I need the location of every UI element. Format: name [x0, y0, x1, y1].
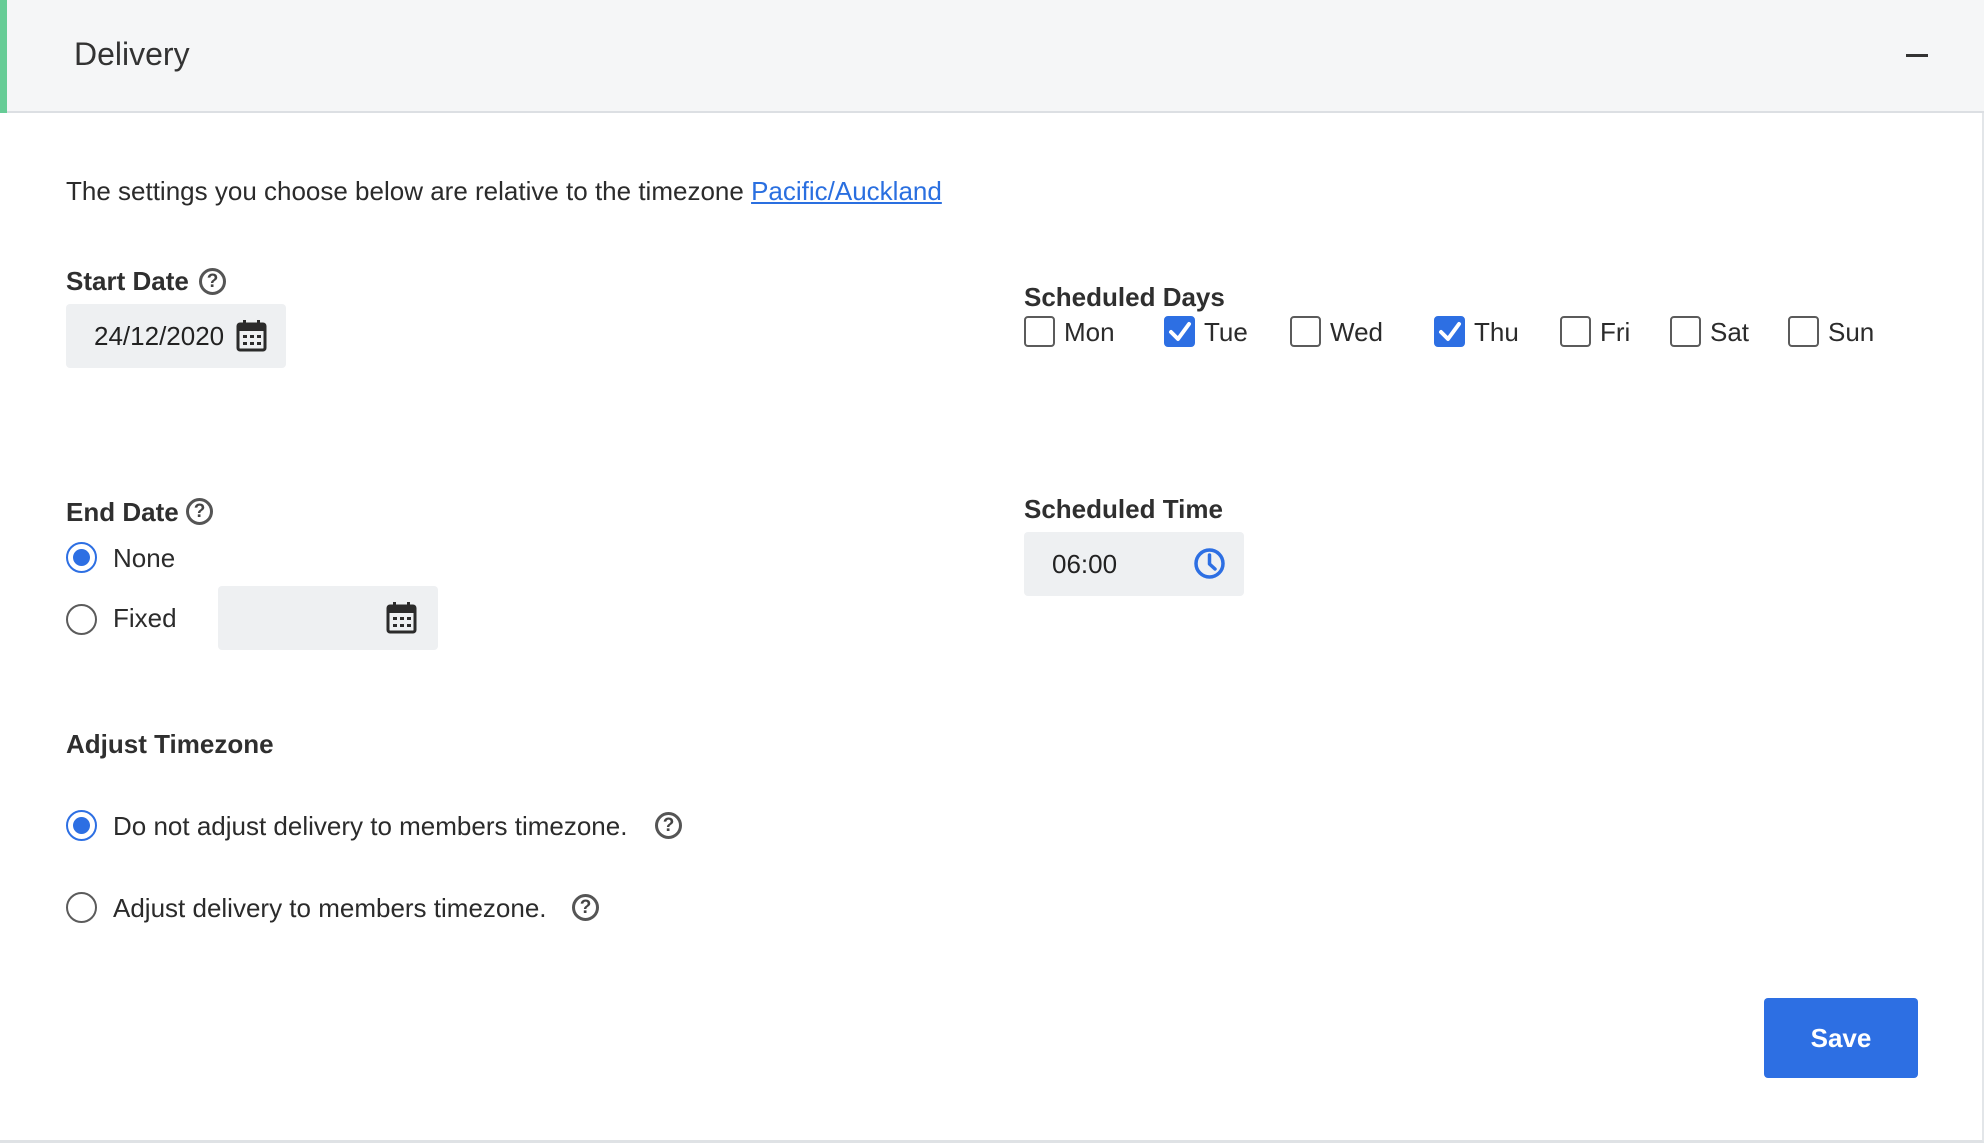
end-date-fixed-label: Fixed — [113, 603, 177, 633]
adjust-timezone-label: Adjust Timezone — [66, 729, 274, 759]
scheduled-time-value: 06:00 — [1052, 549, 1118, 579]
day-label-tue: Tue — [1204, 317, 1248, 347]
panel-title: Delivery — [74, 36, 190, 72]
day-label-wed: Wed — [1330, 317, 1383, 347]
day-label-sun: Sun — [1828, 317, 1875, 347]
checkbox-sat[interactable] — [1670, 316, 1701, 347]
calendar-icon[interactable] — [386, 601, 417, 634]
end-date-fixed-input[interactable] — [218, 586, 438, 650]
timezone-link[interactable]: Pacific/Auckland — [751, 176, 942, 206]
timezone-intro: The settings you choose below are relati… — [66, 176, 942, 207]
checkbox-wed[interactable] — [1290, 316, 1321, 347]
clock-icon[interactable] — [1193, 547, 1226, 580]
day-label-thu: Thu — [1474, 317, 1519, 347]
header-accent-stripe — [0, 0, 7, 113]
start-date-value: 24/12/2020 — [94, 321, 225, 351]
checkbox-tue[interactable] — [1164, 316, 1195, 347]
scheduled-days-label: Scheduled Days — [1024, 282, 1225, 312]
checkbox-thu[interactable] — [1434, 316, 1465, 347]
help-icon[interactable]: ? — [655, 812, 682, 839]
calendar-icon[interactable] — [236, 319, 267, 352]
day-label-mon: Mon — [1064, 317, 1115, 347]
end-date-fixed-radio[interactable] — [66, 604, 97, 635]
no-adjust-timezone-label: Do not adjust delivery to members timezo… — [113, 811, 628, 841]
minus-icon[interactable] — [1906, 54, 1928, 57]
checkbox-sun[interactable] — [1788, 316, 1819, 347]
help-icon[interactable]: ? — [572, 894, 599, 921]
checkbox-fri[interactable] — [1560, 316, 1591, 347]
panel-header[interactable]: Delivery — [0, 0, 1984, 113]
delivery-panel: Delivery The settings you choose below a… — [0, 0, 1984, 1143]
scheduled-time-label: Scheduled Time — [1024, 494, 1223, 524]
save-button[interactable]: Save — [1764, 998, 1918, 1078]
start-date-label: Start Date — [66, 266, 189, 296]
adjust-timezone-radio[interactable] — [66, 892, 97, 923]
scheduled-time-input[interactable]: 06:00 — [1024, 532, 1244, 596]
end-date-label: End Date — [66, 497, 179, 527]
end-date-none-label: None — [113, 543, 176, 573]
start-date-input[interactable]: 24/12/2020 — [66, 304, 286, 368]
day-label-fri: Fri — [1600, 317, 1631, 347]
day-label-sat: Sat — [1710, 317, 1750, 347]
check-icon — [1439, 322, 1461, 341]
no-adjust-timezone-radio[interactable] — [66, 810, 97, 841]
adjust-timezone-option-label: Adjust delivery to members timezone. — [113, 893, 547, 923]
help-icon[interactable]: ? — [186, 498, 213, 525]
end-date-none-radio[interactable] — [66, 542, 97, 573]
intro-text: The settings you choose below are relati… — [66, 176, 752, 206]
checkbox-mon[interactable] — [1024, 316, 1055, 347]
check-icon — [1169, 322, 1191, 341]
help-icon[interactable]: ? — [199, 268, 226, 295]
